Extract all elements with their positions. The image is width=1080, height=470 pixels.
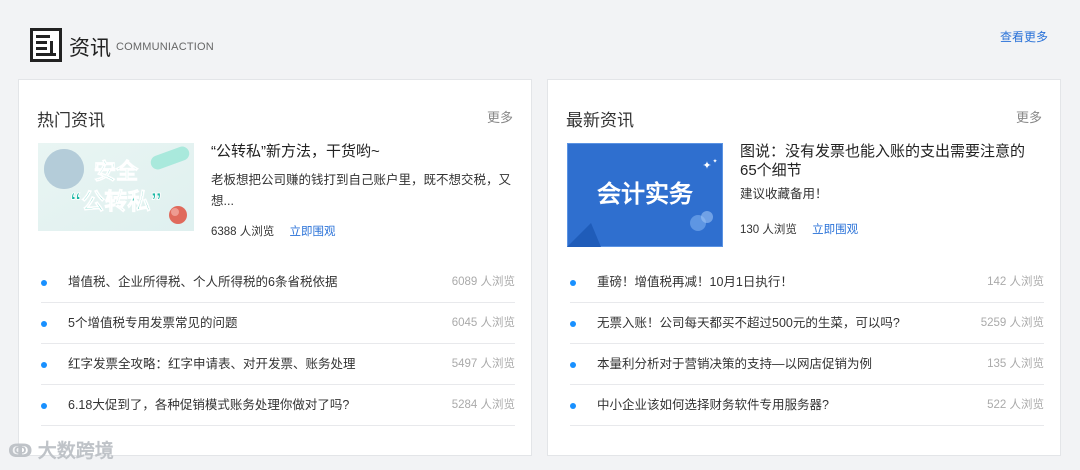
feature-cta-link[interactable]: 立即围观 (812, 224, 858, 236)
item-views: 5259 人浏览 (980, 317, 1044, 329)
svg-text:✦: ✦ (702, 160, 711, 172)
list-item[interactable]: 红字发票全攻略：红字申请表、对开发票、账务处理 5497 人浏览 (41, 344, 515, 385)
news-icon (30, 28, 62, 62)
item-views: 5284 人浏览 (451, 399, 515, 411)
feature-desc: 老板想把公司赚的钱打到自己账户里，既不想交税，又想... (211, 173, 512, 208)
item-title: 红字发票全攻略：红字申请表、对开发票、账务处理 (68, 357, 356, 371)
feature-views: 130 人浏览 (740, 224, 797, 236)
panel-title: 最新资讯 (566, 111, 634, 130)
item-title: 无票入账！公司每天都买不超过500元的生菜，可以吗? (597, 316, 900, 330)
hot-news-list: 增值税、企业所得税、个人所得税的6条省税依据 6089 人浏览 5个增值税专用发票… (41, 262, 515, 426)
feature-image-line2: “公转私” (70, 188, 162, 214)
item-views: 5497 人浏览 (451, 358, 515, 370)
bullet-dot (570, 403, 576, 409)
feature-meta: 130 人浏览 立即围观 (740, 221, 858, 237)
latest-news-list: 重磅！增值税再减！10月1日执行！ 142 人浏览 无票入账！公司每天都买不超过5… (570, 262, 1044, 426)
section-title: 资讯 (69, 37, 111, 60)
feature-desc: 建议收藏备用！ (740, 187, 828, 201)
list-item[interactable]: 增值税、企业所得税、个人所得税的6条省税依据 6089 人浏览 (41, 262, 515, 303)
item-views: 6045 人浏览 (451, 317, 515, 329)
bullet-dot (41, 280, 47, 286)
bullet-dot (570, 280, 576, 286)
svg-text:✦: ✦ (712, 158, 717, 165)
watermark: ↂ 大数跨境 (8, 436, 114, 463)
list-item[interactable]: 6.18大促到了，各种促销模式账务处理你做对了吗? 5284 人浏览 (41, 385, 515, 426)
feature-image[interactable]: ✦ ✦ 会计实务 (567, 143, 723, 247)
item-title: 本量利分析对于营销决策的支持—以网店促销为例 (597, 357, 873, 371)
list-item[interactable]: 本量利分析对于营销决策的支持—以网店促销为例 135 人浏览 (570, 344, 1044, 385)
section-header: 资讯 COMMUNIACTION 查看更多 (30, 28, 1050, 62)
bullet-dot (41, 362, 47, 368)
item-title: 增值税、企业所得税、个人所得税的6条省税依据 (68, 275, 338, 289)
item-title: 中小企业该如何选择财务软件专用服务器? (597, 398, 829, 412)
list-item[interactable]: 5个增值税专用发票常见的问题 6045 人浏览 (41, 303, 515, 344)
bullet-dot (41, 321, 47, 327)
panel-title: 热门资讯 (37, 111, 105, 130)
more-link[interactable]: 更多 (487, 107, 513, 126)
feature-image-line1: 安全 (94, 159, 139, 184)
item-views: 135 人浏览 (987, 358, 1044, 370)
bullet-dot (570, 362, 576, 368)
feature-image-text: 会计实务 (597, 180, 694, 208)
item-title: 6.18大促到了，各种促销模式账务处理你做对了吗? (68, 398, 350, 412)
feature-meta: 6388 人浏览 立即围观 (211, 223, 335, 239)
item-views: 6089 人浏览 (451, 276, 515, 288)
watermark-logo-icon: ↂ (8, 441, 33, 462)
bullet-dot (41, 403, 47, 409)
more-link[interactable]: 更多 (1016, 107, 1042, 126)
item-views: 522 人浏览 (987, 399, 1044, 411)
list-item[interactable]: 中小企业该如何选择财务软件专用服务器? 522 人浏览 (570, 385, 1044, 426)
feature-image[interactable]: 安全 “公转私” (38, 143, 194, 231)
bullet-dot (570, 321, 576, 327)
feature-title[interactable]: 图说：没有发票也能入账的支出需要注意的65个细节 (740, 142, 1040, 180)
section-subtitle: COMMUNIACTION (116, 41, 214, 53)
list-item[interactable]: 无票入账！公司每天都买不超过500元的生菜，可以吗? 5259 人浏览 (570, 303, 1044, 344)
watermark-text: 大数跨境 (37, 441, 114, 462)
item-views: 142 人浏览 (987, 276, 1044, 288)
item-title: 重磅！增值税再减！10月1日执行！ (597, 275, 793, 289)
hot-news-panel: 热门资讯 更多 安全 “公转私” “公转私”新方法，干货哟~ 老板想把公司赚的钱… (18, 79, 532, 456)
view-more-link[interactable]: 查看更多 (1000, 28, 1048, 45)
latest-news-panel: 最新资讯 更多 ✦ ✦ 会计实务 图说：没有发票也能入账的支出需要注意的65个细… (547, 79, 1061, 456)
feature-cta-link[interactable]: 立即围观 (289, 226, 335, 238)
feature-title[interactable]: “公转私”新方法，干货哟~ (211, 142, 511, 161)
item-title: 5个增值税专用发票常见的问题 (68, 316, 238, 330)
list-item[interactable]: 重磅！增值税再减！10月1日执行！ 142 人浏览 (570, 262, 1044, 303)
feature-views: 6388 人浏览 (211, 226, 275, 238)
